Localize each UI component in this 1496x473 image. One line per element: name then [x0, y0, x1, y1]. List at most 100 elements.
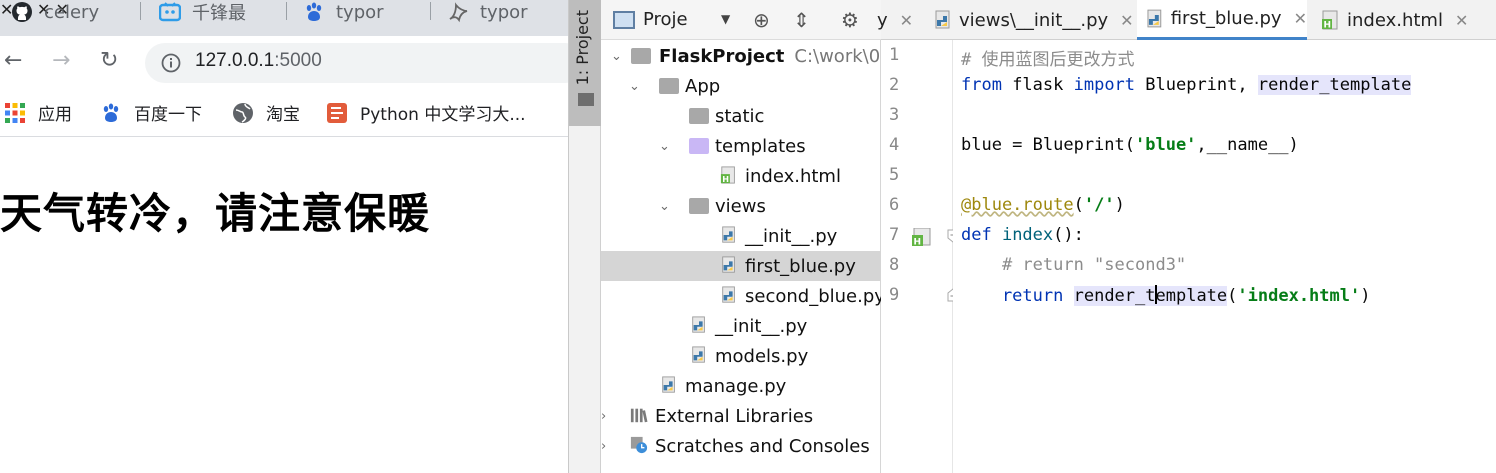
info-icon[interactable] — [161, 53, 181, 73]
chevron-down-icon[interactable]: ⌄ — [611, 49, 622, 64]
tab-separator — [430, 2, 431, 20]
tree-item-app[interactable]: ⌄ App — [601, 71, 881, 101]
bookmark-python-cn[interactable]: Python 中文学习大... — [326, 100, 526, 125]
forward-arrow-icon[interactable]: → — [52, 48, 70, 73]
string-literal: 'blue' — [1135, 135, 1197, 155]
baidu-paw-icon — [103, 103, 119, 122]
bookmark-label: 淘宝 — [266, 105, 300, 125]
tree-item-views[interactable]: ⌄ views — [601, 191, 881, 221]
code-line-4: blue = Blueprint('blue',__name__) — [961, 135, 1299, 155]
code-text: ( — [1227, 286, 1238, 306]
line-number: 8 — [889, 255, 900, 275]
close-icon[interactable]: ✕ — [1455, 11, 1468, 30]
tree-item-app-init[interactable]: __init__.py — [601, 311, 881, 341]
chevron-down-icon[interactable]: ⌄ — [659, 199, 670, 214]
svg-text:H: H — [722, 174, 729, 184]
code-line-7: def index(): — [961, 225, 1084, 245]
folder-icon — [659, 78, 679, 94]
line-number: 9 — [889, 285, 900, 305]
templates-folder-icon — [689, 138, 709, 154]
tree-item-label: index.html — [745, 165, 841, 187]
tree-item-static[interactable]: static — [601, 101, 881, 131]
chevron-down-icon[interactable]: ▼ — [721, 12, 730, 26]
browser-tab-label: 千锋最 — [192, 3, 246, 24]
line-number: 5 — [889, 165, 900, 185]
tree-item-scratches[interactable]: › Scratches and Consoles — [601, 431, 881, 461]
tree-item-models[interactable]: models.py — [601, 341, 881, 371]
scratches-icon — [630, 436, 648, 454]
tree-item-label: __init__.py — [715, 315, 808, 337]
bookmark-label: 应用 — [38, 105, 72, 125]
editor-tab-truncated[interactable]: y ✕ — [877, 0, 913, 40]
tree-item-second-blue[interactable]: second_blue.py — [601, 281, 885, 311]
gear-icon[interactable]: ⚙ — [841, 8, 859, 32]
code-text: emplate — [1155, 286, 1228, 306]
python-file-icon — [692, 346, 705, 363]
tree-item-label: templates — [715, 135, 806, 157]
chevron-right-icon[interactable]: › — [601, 409, 606, 424]
browser-tab-bar: celery ✕ 千锋最 ✕ typor ✕ typor ✕ — [0, 0, 568, 36]
editor-tab-label: views\__init__.py — [959, 9, 1109, 31]
browser-tab-label: typor — [480, 1, 528, 23]
svg-text:H: H — [1324, 21, 1332, 31]
tree-item-first-blue[interactable]: first_blue.py — [601, 251, 881, 281]
python-file-icon — [662, 376, 675, 393]
html-file-icon: H — [720, 166, 735, 184]
python-file-icon — [722, 226, 735, 243]
chevron-right-icon[interactable]: › — [601, 439, 606, 454]
ide-window: 1: Project Proje ▼ ⊕ ⇕ ⚙ ⌄ FlaskProject C… — [568, 0, 1496, 473]
tree-item-label: __init__.py — [745, 225, 838, 247]
tree-item-templates[interactable]: ⌄ templates — [601, 131, 881, 161]
page-heading: 天气转冷，请注意保暖 — [0, 189, 431, 238]
browser-tab-celery[interactable]: celery — [10, 0, 99, 24]
close-icon[interactable]: ✕ — [1294, 9, 1307, 28]
tree-item-label: External Libraries — [655, 405, 814, 427]
editor-tab-index-html[interactable]: H index.html ✕ — [1321, 0, 1468, 40]
tree-item-manage[interactable]: manage.py — [601, 371, 881, 401]
globe-icon — [233, 102, 253, 123]
bookmark-taobao[interactable]: 淘宝 — [232, 100, 300, 125]
tree-item-label: views — [715, 195, 766, 217]
browser-tab-typora-baidu[interactable]: typor — [302, 0, 384, 24]
project-panel: Proje ▼ ⊕ ⇕ ⚙ ⌄ FlaskProject C:\work\02\ … — [601, 0, 898, 473]
code-text: flask — [1001, 75, 1074, 95]
bookmark-apps[interactable]: 应用 — [4, 100, 72, 125]
tree-item-index-html[interactable]: H index.html — [601, 161, 881, 191]
library-icon — [630, 408, 648, 423]
back-arrow-icon[interactable]: ← — [4, 48, 22, 73]
tree-item-external-libraries[interactable]: › External Libraries — [601, 401, 881, 431]
chevron-down-icon[interactable]: ⌄ — [629, 79, 640, 94]
chevron-down-icon[interactable]: ⌄ — [659, 139, 670, 154]
bot-icon — [158, 1, 182, 23]
tab-separator — [286, 2, 287, 20]
editor-tab-views-init[interactable]: views\__init__.py ✕ — [933, 0, 1134, 40]
close-icon[interactable]: ✕ — [900, 11, 913, 30]
tree-item-flaskproject[interactable]: ⌄ FlaskProject C:\work\02\ — [601, 41, 898, 71]
code-text: Blueprint, — [1135, 75, 1258, 95]
locate-target-icon[interactable]: ⊕ — [753, 8, 770, 32]
tree-item-label: static — [715, 105, 765, 127]
html-template-gutter-icon[interactable]: H — [911, 228, 933, 246]
code-text: (): — [1053, 225, 1084, 245]
python-file-icon — [935, 10, 950, 29]
project-tool-window-label: 1: Project — [573, 10, 592, 86]
reload-icon[interactable]: ↻ — [100, 48, 118, 73]
project-view-selector[interactable]: Proje — [643, 9, 688, 30]
close-icon[interactable]: ✕ — [1120, 11, 1133, 30]
string-literal: 'index.html' — [1237, 286, 1361, 306]
tree-item-label: manage.py — [685, 375, 787, 397]
tree-item-label: first_blue.py — [745, 255, 856, 277]
browser-tab-qianfeng[interactable]: 千锋最 — [158, 0, 246, 24]
tree-item-views-init[interactable]: __init__.py — [601, 221, 881, 251]
url-text[interactable]: 127.0.0.1:5000 — [195, 50, 322, 72]
python-file-icon — [722, 256, 735, 273]
browser-tab-typora[interactable]: typor — [446, 0, 528, 24]
tool-window-strip: 1: Project — [569, 0, 601, 473]
browser-tab-label: typor — [336, 1, 384, 23]
baidu-paw-icon — [302, 1, 326, 23]
code-text: ( — [1073, 195, 1084, 215]
bookmark-baidu[interactable]: 百度一下 — [100, 100, 202, 125]
project-tool-window-button[interactable]: 1: Project — [569, 0, 601, 126]
editor-tab-first-blue[interactable]: first_blue.py ✕ — [1137, 0, 1307, 40]
collapse-all-icon[interactable]: ⇕ — [793, 8, 810, 32]
